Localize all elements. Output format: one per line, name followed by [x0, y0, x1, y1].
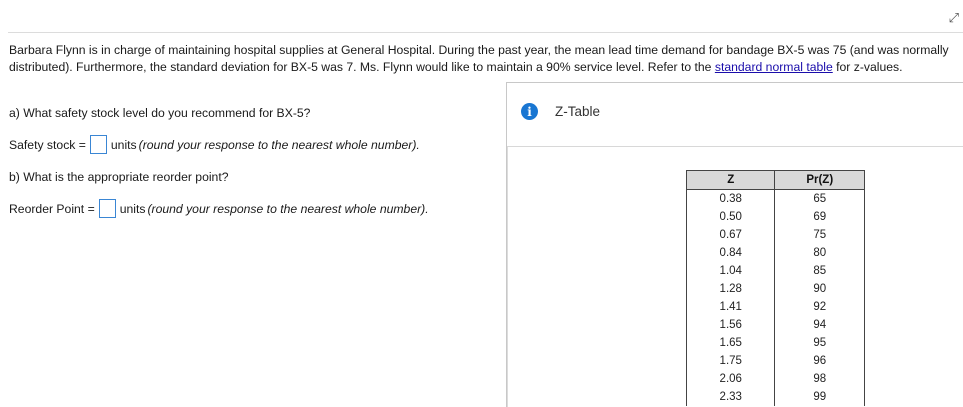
- table-row: 1.65 95: [685, 333, 865, 352]
- table-row: 1.04 85: [685, 261, 865, 280]
- z-value-cell: 2.33: [685, 387, 776, 406]
- z-table-header-row: Z Pr(Z): [685, 170, 865, 190]
- z-column-header: Z: [685, 170, 776, 190]
- reorder-point-input[interactable]: [98, 199, 116, 218]
- table-row: 0.50 69: [685, 207, 865, 226]
- reorder-point-hint: (round your response to the nearest whol…: [147, 201, 429, 216]
- pr-z-value-cell: 80: [774, 243, 865, 262]
- z-value-cell: 0.67: [685, 225, 776, 244]
- safety-stock-label: Safety stock =: [9, 137, 86, 152]
- reorder-point-units: units: [119, 201, 146, 216]
- table-row: 1.41 92: [685, 297, 865, 316]
- z-value-cell: 1.04: [685, 261, 776, 280]
- pr-z-value-cell: 75: [774, 225, 865, 244]
- pr-z-value-cell: 95: [774, 333, 865, 352]
- pr-z-column-header: Pr(Z): [774, 170, 865, 190]
- pr-z-value-cell: 90: [774, 279, 865, 298]
- reorder-point-label: Reorder Point =: [9, 201, 95, 216]
- pr-z-value-cell: 98: [774, 369, 865, 388]
- z-value-cell: 1.75: [685, 351, 776, 370]
- pr-z-value-cell: 94: [774, 315, 865, 334]
- table-row: 0.67 75: [685, 225, 865, 244]
- z-table-panel-body: Z Pr(Z) 0.38 65 0.50 69 0.67 75 0.84 80 1.04…: [507, 147, 963, 407]
- z-value-cell: 1.41: [685, 297, 776, 316]
- table-row: 0.38 65: [685, 189, 865, 208]
- table-row: 2.06 98: [685, 369, 865, 388]
- z-table-panel-header: i Z-Table: [521, 103, 600, 120]
- problem-statement: Barbara Flynn is in charge of maintainin…: [9, 42, 961, 75]
- z-table-panel: i Z-Table Z Pr(Z) 0.38 65 0.50 69 0.67 75 0…: [506, 82, 963, 407]
- table-row: 0.84 80: [685, 243, 865, 262]
- safety-stock-hint: (round your response to the nearest whol…: [138, 137, 420, 152]
- z-table: Z Pr(Z) 0.38 65 0.50 69 0.67 75 0.84 80 1.04…: [685, 170, 865, 406]
- safety-stock-row: Safety stock = units (round your respons…: [9, 135, 420, 154]
- table-row: 1.75 96: [685, 351, 865, 370]
- question-b-prompt: b) What is the appropriate reorder point…: [9, 170, 229, 184]
- pr-z-value-cell: 92: [774, 297, 865, 316]
- table-row: 2.33 99: [685, 387, 865, 406]
- z-value-cell: 1.65: [685, 333, 776, 352]
- z-value-cell: 2.06: [685, 369, 776, 388]
- z-table-panel-title: Z-Table: [555, 104, 601, 119]
- resize-icon[interactable]: ⤢: [949, 11, 959, 24]
- z-value-cell: 1.56: [685, 315, 776, 334]
- z-value-cell: 1.28: [685, 279, 776, 298]
- top-divider: [8, 32, 963, 33]
- standard-normal-table-link[interactable]: standard normal table: [715, 60, 833, 74]
- pr-z-value-cell: 85: [774, 261, 865, 280]
- reorder-point-row: Reorder Point = units (round your respon…: [9, 199, 429, 218]
- table-row: 1.56 94: [685, 315, 865, 334]
- question-a-prompt: a) What safety stock level do you recomm…: [9, 106, 311, 120]
- z-value-cell: 0.38: [685, 189, 776, 208]
- info-icon: i: [521, 103, 538, 120]
- problem-text-end: for z-values.: [832, 59, 903, 74]
- table-row: 1.28 90: [685, 279, 865, 298]
- safety-stock-input[interactable]: [89, 135, 107, 154]
- z-value-cell: 0.50: [685, 207, 776, 226]
- pr-z-value-cell: 69: [774, 207, 865, 226]
- pr-z-value-cell: 96: [774, 351, 865, 370]
- pr-z-value-cell: 99: [774, 387, 865, 406]
- safety-stock-units: units: [110, 137, 137, 152]
- pr-z-value-cell: 65: [774, 189, 865, 208]
- z-table-body: 0.38 65 0.50 69 0.67 75 0.84 80 1.04 85 1.28 9…: [685, 189, 865, 406]
- z-value-cell: 0.84: [685, 243, 776, 262]
